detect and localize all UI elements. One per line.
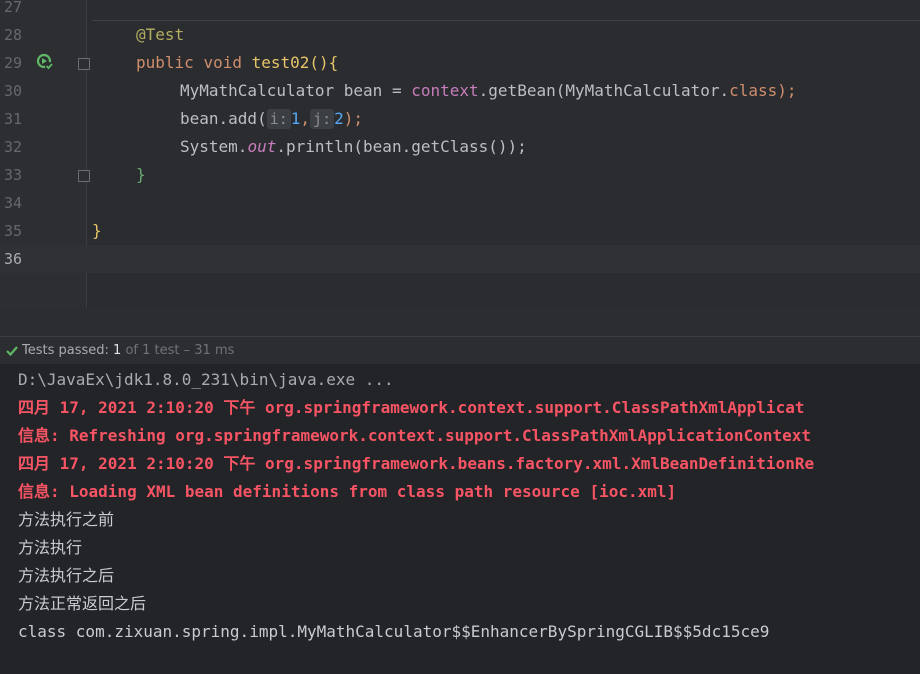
line-number: 35 (3, 222, 22, 240)
line-number: 32 (3, 138, 22, 156)
comma: , (300, 109, 311, 128)
line-number: 31 (3, 110, 22, 128)
test-status-bar: Tests passed: 1 of 1 test – 31 ms (0, 336, 920, 365)
line-number: 34 (3, 194, 22, 212)
code-line-31[interactable]: 31 bean.add(i: 1, j: 2); (0, 105, 920, 133)
console-line: 四月 17, 2021 2:10:20 下午 org.springframewo… (18, 398, 805, 417)
console-line: 方法执行之后 (18, 566, 115, 585)
status-label: Tests passed: (22, 343, 109, 358)
code-line-35[interactable]: 35 } (0, 217, 920, 245)
annotation: @Test (136, 25, 185, 44)
line-number: 28 (3, 26, 22, 44)
console-line: 方法正常返回之后 (18, 594, 147, 613)
code-line-36[interactable]: 36 (0, 245, 920, 273)
console-line: 方法执行 (18, 538, 83, 557)
keyword-class: class (729, 81, 778, 100)
run-console[interactable]: D:\JavaEx\jdk1.8.0_231\bin\java.exe ... … (0, 364, 920, 674)
code-text: bean.add(i: 1, j: 2); (180, 105, 363, 133)
panel-splitter[interactable] (0, 308, 920, 336)
closing-brace: } (92, 221, 102, 240)
console-line: 信息: Refreshing org.springframework.conte… (18, 426, 811, 445)
argument: MyMathCalculator. (565, 81, 730, 100)
method-call: .getBean( (478, 81, 566, 100)
number-literal: 1 (290, 109, 301, 128)
keyword-void: void (203, 53, 242, 72)
line-number: 36 (3, 250, 22, 268)
passed-count: 1 (113, 343, 122, 358)
code-line-28[interactable]: 28 @Test (0, 21, 920, 49)
code-text: @Test (136, 21, 184, 49)
console-line: 方法执行之前 (18, 510, 115, 529)
fold-marker-icon[interactable] (78, 170, 90, 182)
variable-name: bean (343, 81, 383, 100)
code-line-32[interactable]: 32 System.out.println(bean.getClass()); (0, 133, 920, 161)
keyword-public: public (136, 53, 194, 72)
code-line-27[interactable]: 27 (0, 0, 920, 21)
number-literal: 2 (334, 109, 344, 128)
code-line-34[interactable]: 34 (0, 189, 920, 217)
param-hint-j: j: (310, 109, 335, 129)
static-field-out: out (247, 137, 277, 156)
console-line: class com.zixuan.spring.impl.MyMathCalcu… (18, 622, 770, 641)
line-number: 29 (3, 54, 22, 72)
method-name: test02 (251, 53, 310, 72)
code-text: } (92, 217, 102, 245)
code-text: MyMathCalculator bean = context.getBean(… (180, 77, 797, 105)
fold-marker-icon[interactable] (78, 58, 90, 70)
code-text: public void test02(){ (136, 49, 338, 77)
check-icon (6, 346, 18, 357)
line-number: 30 (3, 82, 22, 100)
line-number: 33 (3, 166, 22, 184)
method-open: (){ (309, 53, 339, 72)
class-system: System. (180, 137, 248, 156)
statement-end: ); (777, 81, 797, 100)
code-text: System.out.println(bean.getClass()); (180, 133, 527, 161)
param-hint-i: i: (266, 109, 291, 129)
statement-end: ); (343, 109, 364, 128)
method-call: bean.add( (180, 109, 267, 128)
type-name: MyMathCalculator (180, 81, 335, 100)
console-line: 信息: Loading XML bean definitions from cl… (18, 482, 677, 501)
run-test-icon[interactable] (36, 53, 54, 71)
test-status-text: Tests passed: 1 of 1 test – 31 ms (22, 337, 234, 365)
method-call: .println(bean.getClass()); (276, 137, 527, 156)
field-context: context (411, 81, 479, 100)
console-line: 四月 17, 2021 2:10:20 下午 org.springframewo… (18, 454, 815, 473)
code-line-33[interactable]: 33 } (0, 161, 920, 189)
status-detail: of 1 test – 31 ms (125, 343, 235, 358)
operator: = (391, 81, 402, 100)
code-line-30[interactable]: 30 MyMathCalculator bean = context.getBe… (0, 77, 920, 105)
console-line: D:\JavaEx\jdk1.8.0_231\bin\java.exe ... (18, 370, 394, 389)
code-text: } (136, 161, 146, 189)
closing-brace: } (136, 165, 146, 184)
line-number: 27 (3, 0, 22, 16)
code-editor[interactable]: 27 28 @Test 29 public void test02(){ 30 … (0, 0, 920, 308)
code-line-29[interactable]: 29 public void test02(){ (0, 49, 920, 77)
